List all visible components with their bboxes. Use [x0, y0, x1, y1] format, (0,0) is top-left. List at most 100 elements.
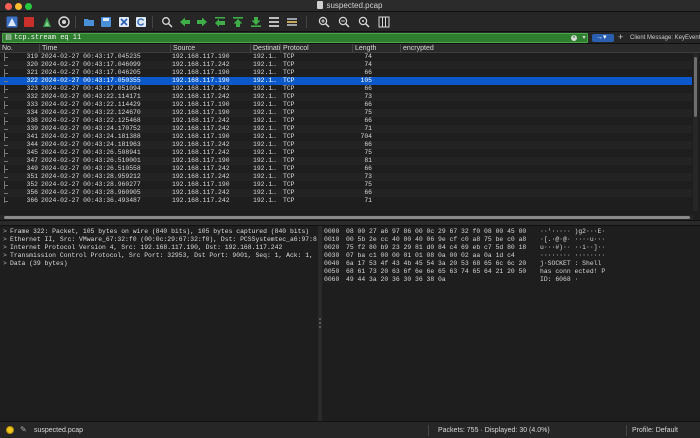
column-header-encrypted[interactable]: encrypted — [400, 44, 700, 53]
packet-protocol: TCP — [283, 189, 295, 196]
detail-tree-item[interactable]: > Ethernet II, Src: VMware_67:32:f0 (00:0… — [0, 236, 318, 244]
save-icon[interactable] — [99, 15, 112, 28]
conversation-tree-tick — [4, 145, 8, 146]
close-file-icon[interactable] — [117, 15, 130, 28]
filter-button-client-message[interactable]: Client Message: KeyEvent — [630, 34, 700, 42]
detail-tree-item[interactable]: > Transmission Control Protocol, Src Port… — [0, 252, 318, 260]
packet-row[interactable]: 347 2024-02-27 00:43:26.510001 192.168.117… — [0, 157, 692, 165]
autoscroll-icon[interactable] — [267, 15, 280, 28]
packet-source: 192.168.117.242 — [172, 141, 230, 148]
packet-row[interactable]: 334 2024-02-27 00:43:22.124670 192.168.117… — [0, 109, 692, 117]
goto-icon[interactable] — [213, 15, 226, 28]
packet-row[interactable]: 319 2024-02-27 00:43:17.045235 192.168.117… — [0, 53, 692, 61]
packet-row[interactable]: 339 2024-02-27 00:43:24.170752 192.168.117… — [0, 125, 692, 133]
packet-protocol: TCP — [283, 125, 295, 132]
zoom-in-icon[interactable] — [317, 15, 330, 28]
document-icon — [317, 1, 324, 9]
hex-offset: 0010 — [324, 236, 340, 243]
packet-row[interactable]: 338 2024-02-27 00:43:22.125468 192.168.117… — [0, 117, 692, 125]
display-filter-input[interactable]: ▤ tcp.stream eq 11 × ▾ — [2, 33, 588, 43]
packet-row[interactable]: 345 2024-02-27 00:43:26.508941 192.168.117… — [0, 149, 692, 157]
expand-chevron-icon[interactable]: > — [3, 244, 7, 252]
back-icon[interactable] — [178, 15, 191, 28]
resize-columns-icon[interactable] — [377, 15, 390, 28]
packet-row[interactable]: 320 2024-02-27 00:43:17.046099 192.168.117… — [0, 61, 692, 69]
hex-row[interactable]: 0040 6a 17 53 4f 43 4b 45 54 3a 20 53 68 … — [322, 260, 700, 268]
display-filter-text[interactable]: tcp.stream eq 11 — [14, 34, 81, 42]
packet-protocol: TCP — [283, 109, 295, 116]
expert-info-icon[interactable] — [6, 426, 14, 434]
filter-apply-button[interactable]: →▾ — [592, 34, 614, 42]
stop-icon[interactable] — [22, 15, 35, 28]
zoom-reset-icon[interactable] — [357, 15, 370, 28]
colorize-icon[interactable] — [285, 15, 298, 28]
packet-source: 192.168.117.242 — [172, 189, 230, 196]
first-packet-icon[interactable] — [231, 15, 244, 28]
packet-row[interactable]: 352 2024-02-27 00:43:28.960277 192.168.117… — [0, 181, 692, 189]
find-icon[interactable] — [160, 15, 173, 28]
column-header-time[interactable]: Time — [39, 44, 170, 53]
scrollbar-thumb[interactable] — [4, 216, 690, 219]
column-header-source[interactable]: Source — [170, 44, 250, 53]
hex-ascii: ·[.·@·@· ····u··· — [540, 236, 606, 243]
reload-icon[interactable] — [134, 15, 147, 28]
expand-chevron-icon[interactable]: > — [3, 252, 7, 260]
packet-row[interactable]: 344 2024-02-27 00:43:24.181963 192.168.117… — [0, 141, 692, 149]
hex-row[interactable]: 0020 75 f2 80 b9 23 29 81 d0 84 c4 69 eb … — [322, 244, 700, 252]
packet-time: 2024-02-27 00:43:24.170752 — [41, 125, 141, 132]
hex-row[interactable]: 0030 07 ba c1 00 00 01 01 08 0a 00 02 aa … — [322, 252, 700, 260]
filter-clear-icon[interactable]: × — [571, 35, 577, 41]
open-folder-icon[interactable] — [82, 15, 95, 28]
forward-icon[interactable] — [195, 15, 208, 28]
hex-row[interactable]: 0000 08 00 27 a6 97 86 00 0c 29 67 32 f0 … — [322, 228, 700, 236]
detail-tree-item[interactable]: > Frame 322: Packet, 105 bytes on wire (8… — [0, 228, 318, 236]
zoom-out-icon[interactable] — [337, 15, 350, 28]
packet-time: 2024-02-27 00:43:28.960905 — [41, 189, 141, 196]
options-icon[interactable] — [57, 15, 70, 28]
packet-number: 351 — [26, 173, 38, 180]
packet-row[interactable]: 322 2024-02-27 00:43:17.050355 192.168.117… — [0, 77, 692, 85]
edit-comment-icon[interactable]: ✎ — [20, 425, 28, 434]
expand-chevron-icon[interactable]: > — [3, 236, 7, 244]
packet-list-vertical-scrollbar[interactable] — [693, 53, 698, 211]
status-separator — [428, 425, 429, 436]
add-filter-button-icon[interactable]: + — [618, 32, 623, 43]
filter-recent-icon[interactable]: ▾ — [581, 35, 587, 41]
packet-destination: 192.1… — [253, 69, 277, 76]
packet-row[interactable]: 323 2024-02-27 00:43:17.051094 192.168.117… — [0, 85, 692, 93]
detail-tree-label: Data (39 bytes) — [10, 260, 68, 267]
detail-tree-item[interactable]: > Data (39 bytes) — [0, 260, 318, 268]
restart-icon[interactable] — [40, 15, 53, 28]
column-header-length[interactable]: Length — [352, 44, 400, 53]
packet-protocol: TCP — [283, 157, 295, 164]
hex-row[interactable]: 0050 68 61 73 20 63 6f 6e 6e 65 63 74 65 … — [322, 268, 700, 276]
scrollbar-thumb[interactable] — [694, 57, 697, 117]
hex-row[interactable]: 0010 00 5b 2e cc 40 00 40 06 9e cf c0 a8 … — [322, 236, 700, 244]
conversation-tree-tick — [4, 113, 8, 114]
shark-fin-start-icon[interactable] — [5, 15, 18, 28]
packet-source: 192.168.117.242 — [172, 197, 230, 204]
filter-bookmark-icon[interactable]: ▤ — [5, 34, 12, 42]
packet-row[interactable]: 356 2024-02-27 00:43:28.960905 192.168.117… — [0, 189, 692, 197]
packet-row[interactable]: 332 2024-02-27 00:43:22.114171 192.168.117… — [0, 93, 692, 101]
packet-protocol: TCP — [283, 197, 295, 204]
column-header-protocol[interactable]: Protocol — [280, 44, 352, 53]
expand-chevron-icon[interactable]: > — [3, 228, 7, 236]
packet-protocol: TCP — [283, 165, 295, 172]
packet-row[interactable]: 333 2024-02-27 00:43:22.114429 192.168.117… — [0, 101, 692, 109]
column-header-no[interactable]: No. — [0, 44, 39, 53]
expand-chevron-icon[interactable]: > — [3, 260, 7, 268]
packet-row[interactable]: 341 2024-02-27 00:43:24.181388 192.168.117… — [0, 133, 692, 141]
status-profile[interactable]: Profile: Default — [632, 426, 678, 435]
detail-tree-item[interactable]: > Internet Protocol Version 4, Src: 192.1… — [0, 244, 318, 252]
packet-row[interactable]: 351 2024-02-27 00:43:28.959212 192.168.117… — [0, 173, 692, 181]
packet-source: 192.168.117.190 — [172, 77, 230, 84]
packet-row[interactable]: 321 2024-02-27 00:43:17.046205 192.168.117… — [0, 69, 692, 77]
packet-row[interactable]: 366 2024-02-27 00:43:36.493487 192.168.117… — [0, 197, 692, 205]
status-bar: ✎ suspected.pcap Packets: 755 · Displaye… — [0, 421, 700, 438]
last-packet-icon[interactable] — [249, 15, 262, 28]
packet-time: 2024-02-27 00:43:24.181963 — [41, 141, 141, 148]
column-header-destination[interactable]: Destinati — [250, 44, 280, 53]
hex-row[interactable]: 0060 49 44 3a 20 36 30 36 38 0a ID: 6068 · — [322, 276, 700, 284]
packet-row[interactable]: 349 2024-02-27 00:43:26.510558 192.168.117… — [0, 165, 692, 173]
